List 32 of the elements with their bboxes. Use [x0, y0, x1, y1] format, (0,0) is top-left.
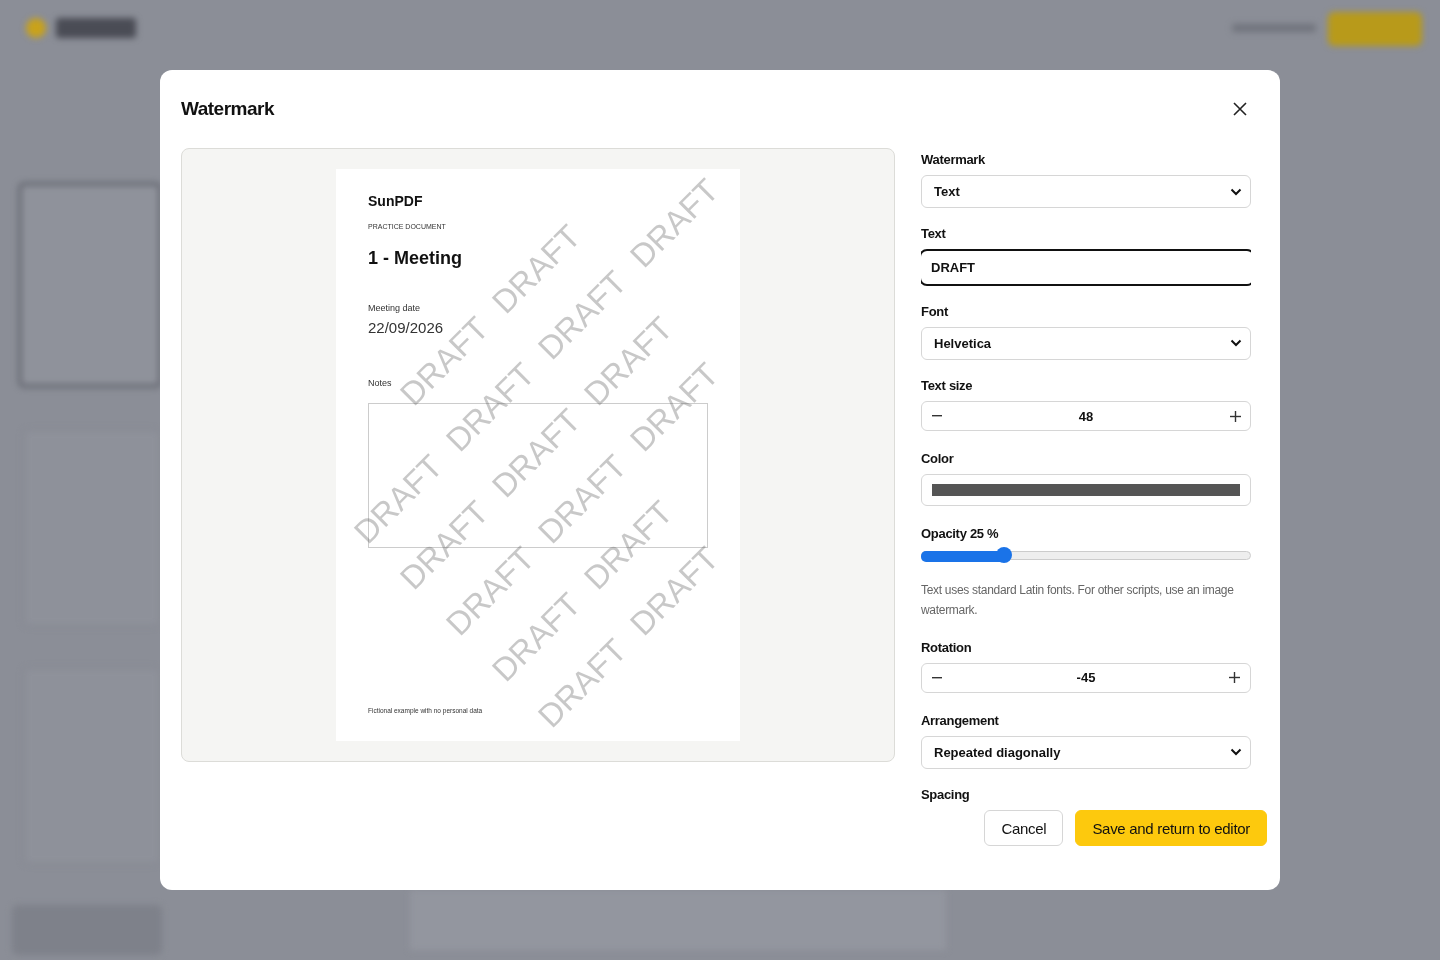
dropdown[interactable]: Text: [921, 175, 1251, 209]
date-label: Meeting date: [368, 303, 422, 313]
export-button[interactable]: [1328, 12, 1422, 46]
field-label: Opacity 25 %: [921, 525, 1000, 541]
field-label: Text size: [921, 378, 974, 393]
field-label: Arrangement: [921, 712, 1000, 728]
page-thumbnail[interactable]: [18, 182, 162, 388]
field-label: Rotation: [921, 639, 973, 655]
number-stepper[interactable]: 48: [921, 401, 1251, 431]
dialog-title: Watermark: [181, 98, 274, 120]
opacity-slider[interactable]: [921, 550, 1251, 560]
dropdown[interactable]: Helvetica: [921, 326, 1251, 360]
chevron-icon: [1230, 748, 1242, 757]
save-button[interactable]: Save and return to editor: [1075, 810, 1267, 846]
field-label: Watermark: [921, 152, 986, 167]
slider-thumb[interactable]: [996, 546, 1012, 563]
dropdown[interactable]: Repeated diagonally: [921, 735, 1251, 769]
chevron-icon: [1230, 339, 1242, 348]
field-label: Font: [921, 303, 949, 319]
sun-icon: [26, 18, 46, 38]
number-stepper[interactable]: -45: [921, 662, 1251, 693]
stepper-value: -45: [1076, 670, 1096, 686]
notes-label: Notes: [368, 378, 393, 388]
field-label: Color: [921, 451, 955, 466]
color-field[interactable]: [921, 474, 1251, 506]
field-label: Text: [921, 226, 947, 242]
field-label: Spacing: [921, 787, 971, 802]
stepper-value: 48: [1078, 408, 1094, 424]
text-field[interactable]: DRAFT: [921, 249, 1251, 286]
chevron-icon: [1230, 187, 1242, 196]
cancel-button[interactable]: Cancel: [984, 810, 1064, 846]
hint-text: Text uses standard Latin fonts. For other scripts, use an image watermark.: [921, 581, 1235, 619]
